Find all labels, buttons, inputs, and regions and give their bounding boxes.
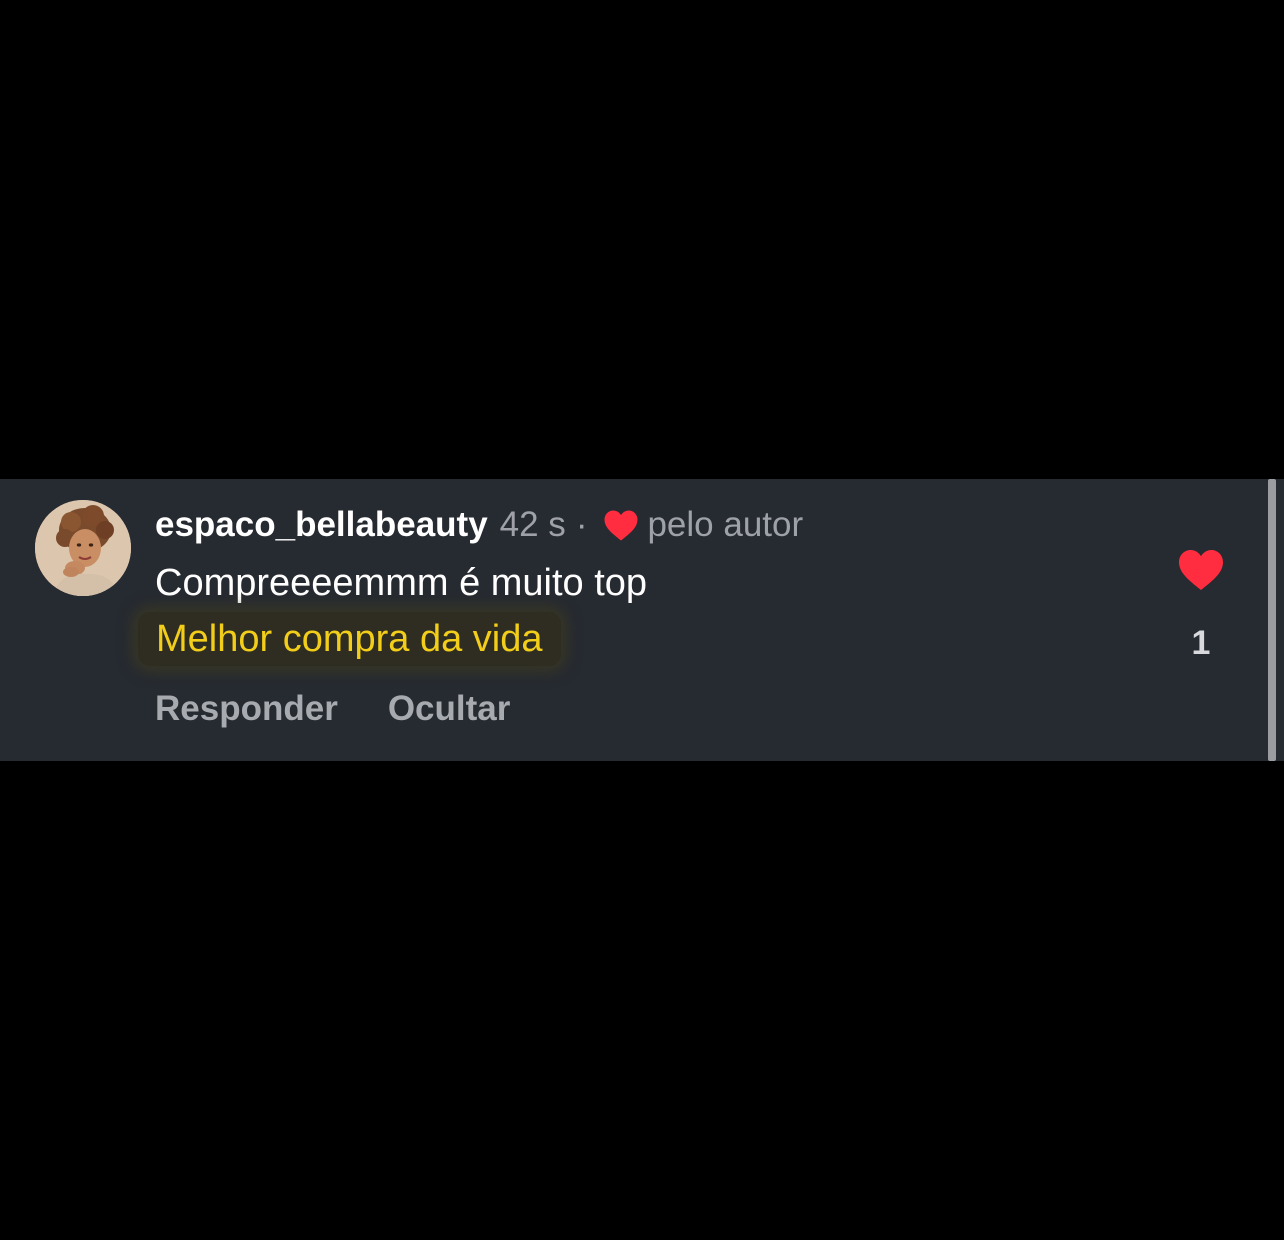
heart-icon xyxy=(603,509,639,542)
reply-button[interactable]: Responder xyxy=(155,687,338,731)
like-button[interactable] xyxy=(1176,548,1226,592)
comment-actions: Responder Ocultar xyxy=(155,687,510,731)
comment-text: Compreeeemmm é muito top xyxy=(155,562,648,604)
scrollbar[interactable] xyxy=(1268,479,1276,761)
timestamp: 42 s xyxy=(499,505,566,544)
highlighted-comment-text: Melhor compra da vida xyxy=(156,618,543,660)
separator-dot: · xyxy=(575,505,588,544)
hide-button[interactable]: Ocultar xyxy=(388,687,511,731)
avatar[interactable] xyxy=(35,500,131,596)
username[interactable]: espaco_bellabeauty xyxy=(155,503,488,547)
heart-icon xyxy=(1179,550,1223,590)
comment-card: espaco_bellabeauty 42 s · pelo autor Com… xyxy=(0,479,1284,761)
like-count: 1 xyxy=(1191,624,1211,662)
liked-by-author-label: pelo autor xyxy=(647,505,804,544)
highlighted-text-block: Melhor compra da vida xyxy=(138,612,561,666)
author-like-heart xyxy=(604,510,638,540)
avatar-image xyxy=(35,500,131,596)
comment-header: espaco_bellabeauty 42 s · pelo autor xyxy=(155,503,803,547)
